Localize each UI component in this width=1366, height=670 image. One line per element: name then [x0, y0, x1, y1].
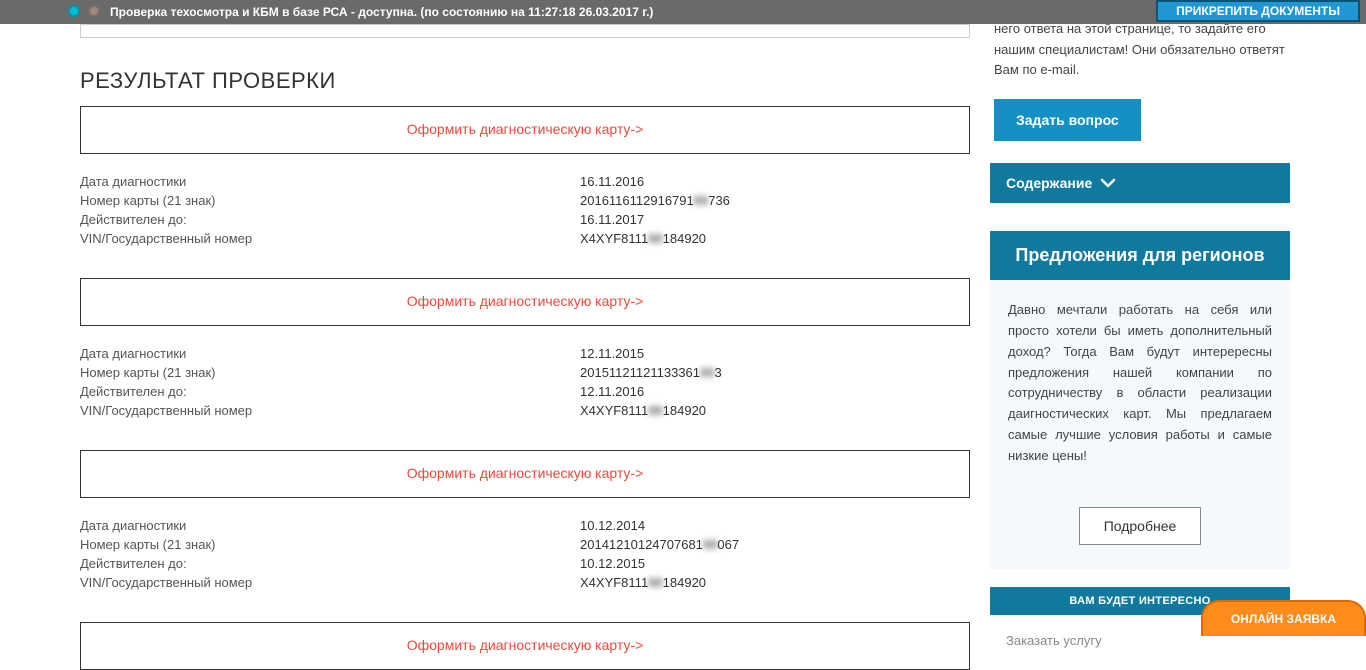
- status-text: Проверка техосмотра и КБМ в базе РСА - д…: [110, 5, 653, 19]
- value-card: 2014121012470768188067: [580, 535, 739, 554]
- value-date: 10.12.2014: [580, 516, 645, 535]
- result-card: Оформить диагностическую карту->: [80, 106, 970, 154]
- main-content: РЕЗУЛЬТАТ ПРОВЕРКИ Оформить диагностичес…: [0, 24, 980, 670]
- value-vin: X4XYF811188184920: [580, 401, 706, 420]
- result-card: Оформить диагностическую карту->: [80, 278, 970, 326]
- value-valid: 12.11.2016: [580, 382, 644, 401]
- label-valid: Действителен до:: [80, 210, 580, 229]
- label-valid: Действителен до:: [80, 382, 580, 401]
- value-date: 16.11.2016: [580, 172, 644, 191]
- label-date: Дата диагностики: [80, 172, 580, 191]
- value-vin: X4XYF811188184920: [580, 573, 706, 592]
- label-date: Дата диагностики: [80, 344, 580, 363]
- order-diag-card-link[interactable]: Оформить диагностическую карту->: [407, 637, 644, 653]
- attach-documents-button[interactable]: ПРИКРЕПИТЬ ДОКУМЕНТЫ: [1156, 0, 1360, 22]
- order-diag-card-link[interactable]: Оформить диагностическую карту->: [407, 293, 644, 309]
- result-table: Дата диагностики12.11.2015 Номер карты (…: [80, 344, 970, 420]
- status-dot-brown: [88, 5, 100, 17]
- status-dot-cyan: [68, 5, 80, 17]
- value-vin: X4XYF811188184920: [580, 229, 706, 248]
- value-valid: 16.11.2017: [580, 210, 644, 229]
- result-table: Дата диагностики10.12.2014 Номер карты (…: [80, 516, 970, 592]
- label-date: Дата диагностики: [80, 516, 580, 535]
- ask-question-button[interactable]: Задать вопрос: [994, 99, 1141, 141]
- label-vin: VIN/Государственный номер: [80, 229, 580, 248]
- order-diag-card-link[interactable]: Оформить диагностическую карту->: [407, 121, 644, 137]
- region-offers-text: Давно мечтали работать на себя или прост…: [1008, 300, 1272, 466]
- region-offers-box: Предложения для регионов Давно мечтали р…: [990, 227, 1290, 568]
- value-card: 20151121121133361883: [580, 363, 722, 382]
- sidebar: Если у Вас есть вопросы и Вы не нашли на…: [990, 24, 1290, 670]
- label-vin: VIN/Государственный номер: [80, 401, 580, 420]
- result-card: Оформить диагностическую карту->: [80, 622, 970, 670]
- value-valid: 10.12.2015: [580, 554, 645, 573]
- label-card: Номер карты (21 знак): [80, 535, 580, 554]
- region-offers-title: Предложения для регионов: [990, 231, 1290, 280]
- section-title: РЕЗУЛЬТАТ ПРОВЕРКИ: [80, 68, 980, 94]
- chevron-down-icon: [1100, 177, 1116, 189]
- label-vin: VIN/Государственный номер: [80, 573, 580, 592]
- value-date: 12.11.2015: [580, 344, 644, 363]
- toc-label: Содержание: [1006, 175, 1092, 191]
- order-diag-card-link[interactable]: Оформить диагностическую карту->: [407, 465, 644, 481]
- label-valid: Действителен до:: [80, 554, 580, 573]
- toc-toggle[interactable]: Содержание: [990, 163, 1290, 203]
- result-table: Дата диагностики16.11.2016 Номер карты (…: [80, 172, 970, 248]
- result-card: Оформить диагностическую карту->: [80, 450, 970, 498]
- label-card: Номер карты (21 знак): [80, 363, 580, 382]
- value-card: 201611611291679188736: [580, 191, 730, 210]
- online-request-button[interactable]: ОНЛАЙН ЗАЯВКА: [1201, 600, 1366, 636]
- label-card: Номер карты (21 знак): [80, 191, 580, 210]
- more-button[interactable]: Подробнее: [1079, 507, 1202, 545]
- previous-block-edge: [80, 24, 970, 38]
